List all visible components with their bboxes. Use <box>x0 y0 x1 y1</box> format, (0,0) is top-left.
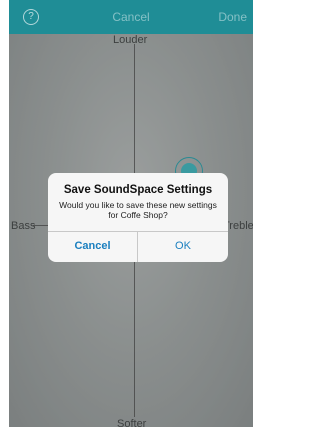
dialog-ok-button[interactable]: OK <box>138 231 228 262</box>
dialog-cancel-button[interactable]: Cancel <box>48 231 137 262</box>
done-button[interactable]: Done <box>218 10 247 24</box>
bass-label: Bass <box>11 220 36 232</box>
cancel-button[interactable]: Cancel <box>9 10 253 24</box>
save-settings-dialog: Save SoundSpace Settings Would you like … <box>48 173 228 262</box>
dialog-title: Save SoundSpace Settings <box>63 184 213 196</box>
softer-label: Softer <box>117 418 147 427</box>
louder-label: Louder <box>113 34 148 46</box>
top-navigation-bar: ? Cancel Done <box>9 0 253 34</box>
app-screen: ? Cancel Done Louder Softer Bass Treble … <box>9 0 253 427</box>
dialog-message: Would you like to save these new setting… <box>59 200 217 220</box>
